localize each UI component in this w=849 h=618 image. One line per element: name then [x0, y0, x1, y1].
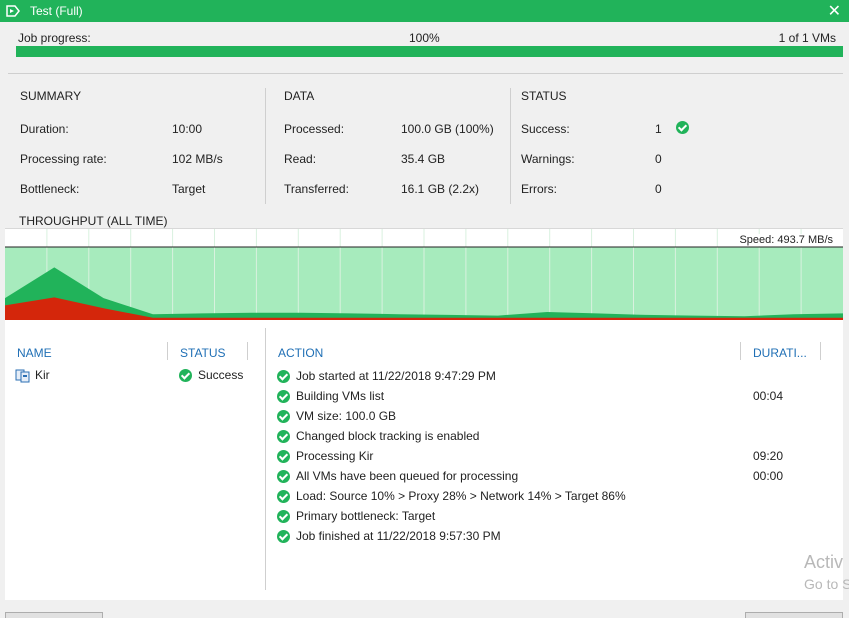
status-errors-label: Errors:	[521, 182, 557, 196]
status-title: STATUS	[521, 89, 567, 103]
section-divider	[510, 88, 511, 204]
action-row[interactable]: VM size: 100.0 GB	[276, 408, 836, 426]
window-title: Test (Full)	[30, 4, 83, 18]
data-read-value: 35.4 GB	[401, 152, 446, 166]
success-check-icon	[179, 369, 192, 382]
status-errors-value: 0	[655, 182, 662, 196]
section-divider	[265, 88, 266, 204]
bottom-button-left[interactable]	[5, 612, 103, 618]
summary-rate-label: Processing rate:	[20, 152, 107, 166]
throughput-title: THROUGHPUT (ALL TIME)	[19, 214, 168, 228]
action-duration: 00:04	[753, 389, 784, 403]
success-check-icon	[277, 470, 290, 483]
action-row[interactable]: Building VMs list 00:04	[276, 388, 836, 406]
action-text: Processing Kir	[296, 449, 374, 463]
summary-bottleneck-label: Bottleneck:	[20, 182, 80, 196]
data-read-label: Read:	[284, 152, 317, 166]
divider	[8, 73, 843, 74]
success-check-icon	[277, 410, 290, 423]
column-separator	[167, 342, 168, 360]
action-row[interactable]: Changed block tracking is enabled	[276, 428, 836, 446]
column-separator	[247, 342, 248, 360]
title-bar: Test (Full) ✕	[0, 0, 849, 22]
data-processed-label: Processed:	[284, 122, 345, 136]
summary-title: SUMMARY	[20, 89, 82, 103]
data-transferred-label: Transferred:	[284, 182, 349, 196]
success-check-icon	[277, 450, 290, 463]
throughput-chart-svg	[5, 229, 843, 320]
job-progress-bar	[16, 46, 843, 57]
success-check-icon	[277, 510, 290, 523]
panel-divider	[265, 328, 266, 590]
action-row[interactable]: Job finished at 11/22/2018 9:57:30 PM	[276, 528, 836, 546]
action-duration: 09:20	[753, 449, 784, 463]
success-check-icon	[277, 370, 290, 383]
job-progress-label: Job progress:	[18, 31, 91, 45]
action-text: All VMs have been queued for processing	[296, 469, 519, 483]
job-progress-percent: 100%	[409, 31, 440, 45]
vm-status: Success	[198, 368, 244, 382]
action-text: Building VMs list	[296, 389, 385, 403]
vm-row[interactable]: Kir Success	[15, 366, 245, 384]
bottom-button-right[interactable]	[745, 612, 843, 618]
job-progress-fill	[16, 46, 843, 57]
action-text: Changed block tracking is enabled	[296, 429, 480, 443]
column-separator	[740, 342, 741, 360]
summary-bottleneck-value: Target	[172, 182, 206, 196]
job-progress-vms: 1 of 1 VMs	[778, 31, 836, 45]
column-header-duration[interactable]: DURATI...	[753, 346, 807, 360]
action-text: Primary bottleneck: Target	[296, 509, 436, 523]
summary-duration-label: Duration:	[20, 122, 69, 136]
veeam-job-icon	[6, 5, 20, 17]
data-title: DATA	[284, 89, 315, 103]
action-duration: 00:00	[753, 469, 784, 483]
success-check-icon	[277, 390, 290, 403]
column-header-status[interactable]: STATUS	[180, 346, 226, 360]
data-transferred-value: 16.1 GB (2.2x)	[401, 182, 480, 196]
action-row[interactable]: Job started at 11/22/2018 9:47:29 PM	[276, 368, 836, 386]
status-warnings-label: Warnings:	[521, 152, 575, 166]
action-row[interactable]: All VMs have been queued for processing 0…	[276, 468, 836, 486]
summary-rate-value: 102 MB/s	[172, 152, 223, 166]
vm-name: Kir	[35, 368, 50, 382]
status-warnings-value: 0	[655, 152, 662, 166]
close-icon[interactable]: ✕	[828, 1, 841, 21]
action-text: Job finished at 11/22/2018 9:57:30 PM	[296, 529, 501, 543]
summary-duration-value: 10:00	[172, 122, 203, 136]
status-success-value: 1	[655, 122, 662, 136]
action-row[interactable]: Primary bottleneck: Target	[276, 508, 836, 526]
action-text: VM size: 100.0 GB	[296, 409, 397, 423]
success-check-icon	[676, 121, 689, 134]
activation-watermark: Activ	[804, 552, 844, 572]
action-text: Load: Source 10% > Proxy 28% > Network 1…	[296, 489, 626, 503]
data-processed-value: 100.0 GB (100%)	[401, 122, 494, 136]
column-separator	[820, 342, 821, 360]
action-row[interactable]: Processing Kir 09:20	[276, 448, 836, 466]
vm-icon	[15, 369, 30, 383]
status-success-label: Success:	[521, 122, 570, 136]
activation-watermark-subtext: Go to S	[804, 576, 849, 592]
success-check-icon	[277, 490, 290, 503]
details-panel: NAME STATUS Kir Success ACTION DURATI...…	[5, 322, 843, 600]
action-text: Job started at 11/22/2018 9:47:29 PM	[296, 369, 496, 383]
throughput-speed: Speed: 493.7 MB/s	[737, 234, 835, 246]
column-header-name[interactable]: NAME	[17, 346, 52, 360]
action-row[interactable]: Load: Source 10% > Proxy 28% > Network 1…	[276, 488, 836, 506]
success-check-icon	[277, 430, 290, 443]
success-check-icon	[277, 530, 290, 543]
throughput-chart: Speed: 493.7 MB/s	[5, 228, 843, 322]
column-header-action[interactable]: ACTION	[278, 346, 323, 360]
